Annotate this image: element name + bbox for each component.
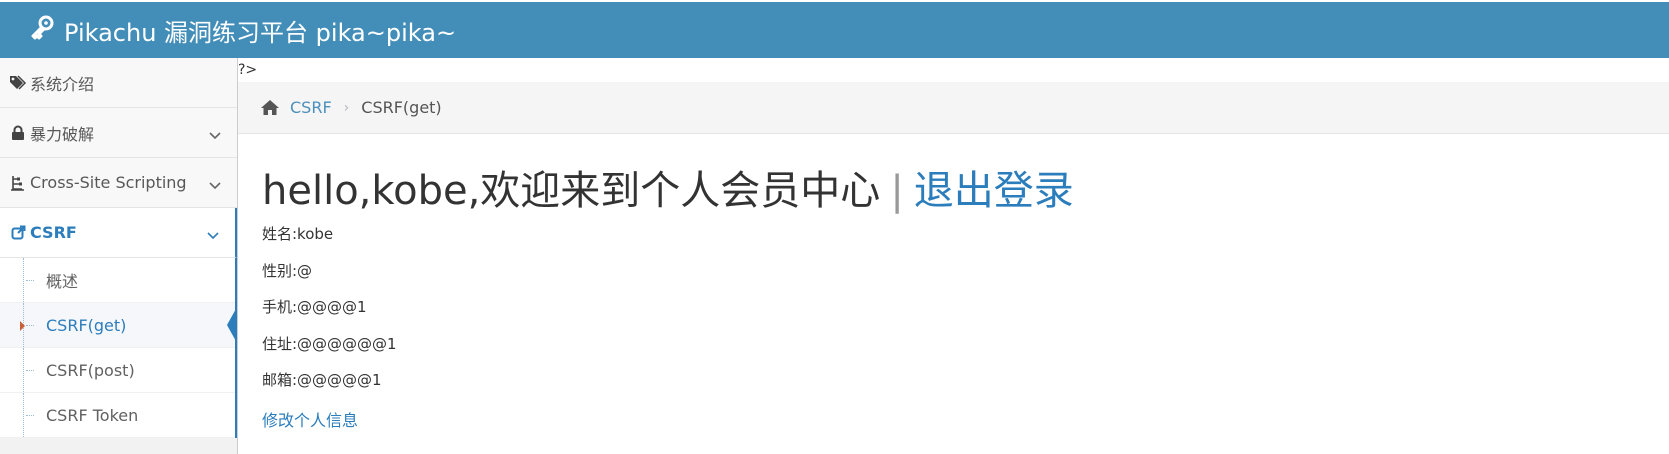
brand[interactable]: Pikachu 漏洞练习平台 pika~pika~ xyxy=(30,13,456,48)
stray-text: ?> xyxy=(238,62,258,78)
breadcrumb: CSRF › CSRF(get) xyxy=(238,82,1669,134)
profile-address: 住址:@@@@@@1 xyxy=(262,334,397,353)
sidebar-item-label: 系统介绍 xyxy=(30,74,95,94)
submenu-item-csrf-get[interactable]: CSRF(get) xyxy=(0,303,237,348)
profile-email: 邮箱:@@@@@1 xyxy=(262,371,382,389)
submenu-item-label: CSRF Token xyxy=(46,405,139,425)
main-content: ?> CSRF › CSRF(get) hello,kobe,欢迎来到个人会员中… xyxy=(238,58,1669,454)
sidebar: 系统介绍 暴力破解 Cross-Site Scripting CSRF 概述 C… xyxy=(0,58,238,454)
key-icon xyxy=(30,14,56,46)
top-navbar: Pikachu 漏洞练习平台 pika~pika~ xyxy=(0,2,1669,58)
title-divider: | xyxy=(890,168,904,214)
caret-right-icon xyxy=(20,321,25,331)
profile-gender: 性别:@ xyxy=(262,261,313,280)
csrf-submenu: 概述 CSRF(get) CSRF(post) CSRF Token xyxy=(0,258,237,438)
chevron-down-icon xyxy=(209,125,221,144)
sidebar-item-label: 暴力破解 xyxy=(30,124,95,144)
chevron-right-icon: › xyxy=(343,99,350,116)
sidebar-item-xss[interactable]: Cross-Site Scripting xyxy=(0,158,237,208)
submenu-item-label: CSRF(get) xyxy=(46,315,127,335)
chevron-down-icon xyxy=(209,175,221,194)
logout-link[interactable]: 退出登录 xyxy=(914,168,1074,214)
edit-profile-link[interactable]: 修改个人信息 xyxy=(262,411,358,430)
sidebar-item-label: CSRF xyxy=(30,223,77,242)
profile-phone: 手机:@@@@1 xyxy=(262,298,367,316)
submenu-item-label: 概述 xyxy=(46,272,79,291)
submenu-item-csrf-token[interactable]: CSRF Token xyxy=(0,393,235,438)
brand-title: Pikachu 漏洞练习平台 pika~pika~ xyxy=(64,18,457,47)
member-center: hello,kobe,欢迎来到个人会员中心 | 退出登录 姓名:kobe 性别:@ … xyxy=(262,168,1074,431)
submenu-item-csrf-post[interactable]: CSRF(post) xyxy=(0,348,235,393)
profile-name: 姓名:kobe xyxy=(262,225,334,243)
sidebar-item-intro[interactable]: 系统介绍 xyxy=(0,58,237,108)
profile-info: 姓名:kobe 性别:@ 手机:@@@@1 住址:@@@@@@1 邮箱:@@@@… xyxy=(262,224,1074,431)
breadcrumb-current: CSRF(get) xyxy=(361,98,442,117)
lock-icon xyxy=(8,125,28,141)
tree-icon xyxy=(8,175,28,191)
sidebar-item-csrf[interactable]: CSRF xyxy=(0,208,237,258)
page-title: hello,kobe,欢迎来到个人会员中心 | 退出登录 xyxy=(262,168,1074,214)
chevron-down-icon xyxy=(207,225,219,244)
sidebar-item-bruteforce[interactable]: 暴力破解 xyxy=(0,108,237,158)
submenu-item-overview[interactable]: 概述 xyxy=(0,258,235,303)
submenu-item-label: CSRF(post) xyxy=(46,360,135,380)
external-link-icon xyxy=(8,225,28,240)
sidebar-item-label: Cross-Site Scripting xyxy=(30,173,187,192)
greeting-text: hello,kobe,欢迎来到个人会员中心 xyxy=(262,168,881,214)
breadcrumb-link-csrf[interactable]: CSRF xyxy=(290,98,332,117)
active-indicator xyxy=(227,307,237,343)
tag-icon xyxy=(8,74,28,91)
home-icon[interactable] xyxy=(260,99,280,116)
